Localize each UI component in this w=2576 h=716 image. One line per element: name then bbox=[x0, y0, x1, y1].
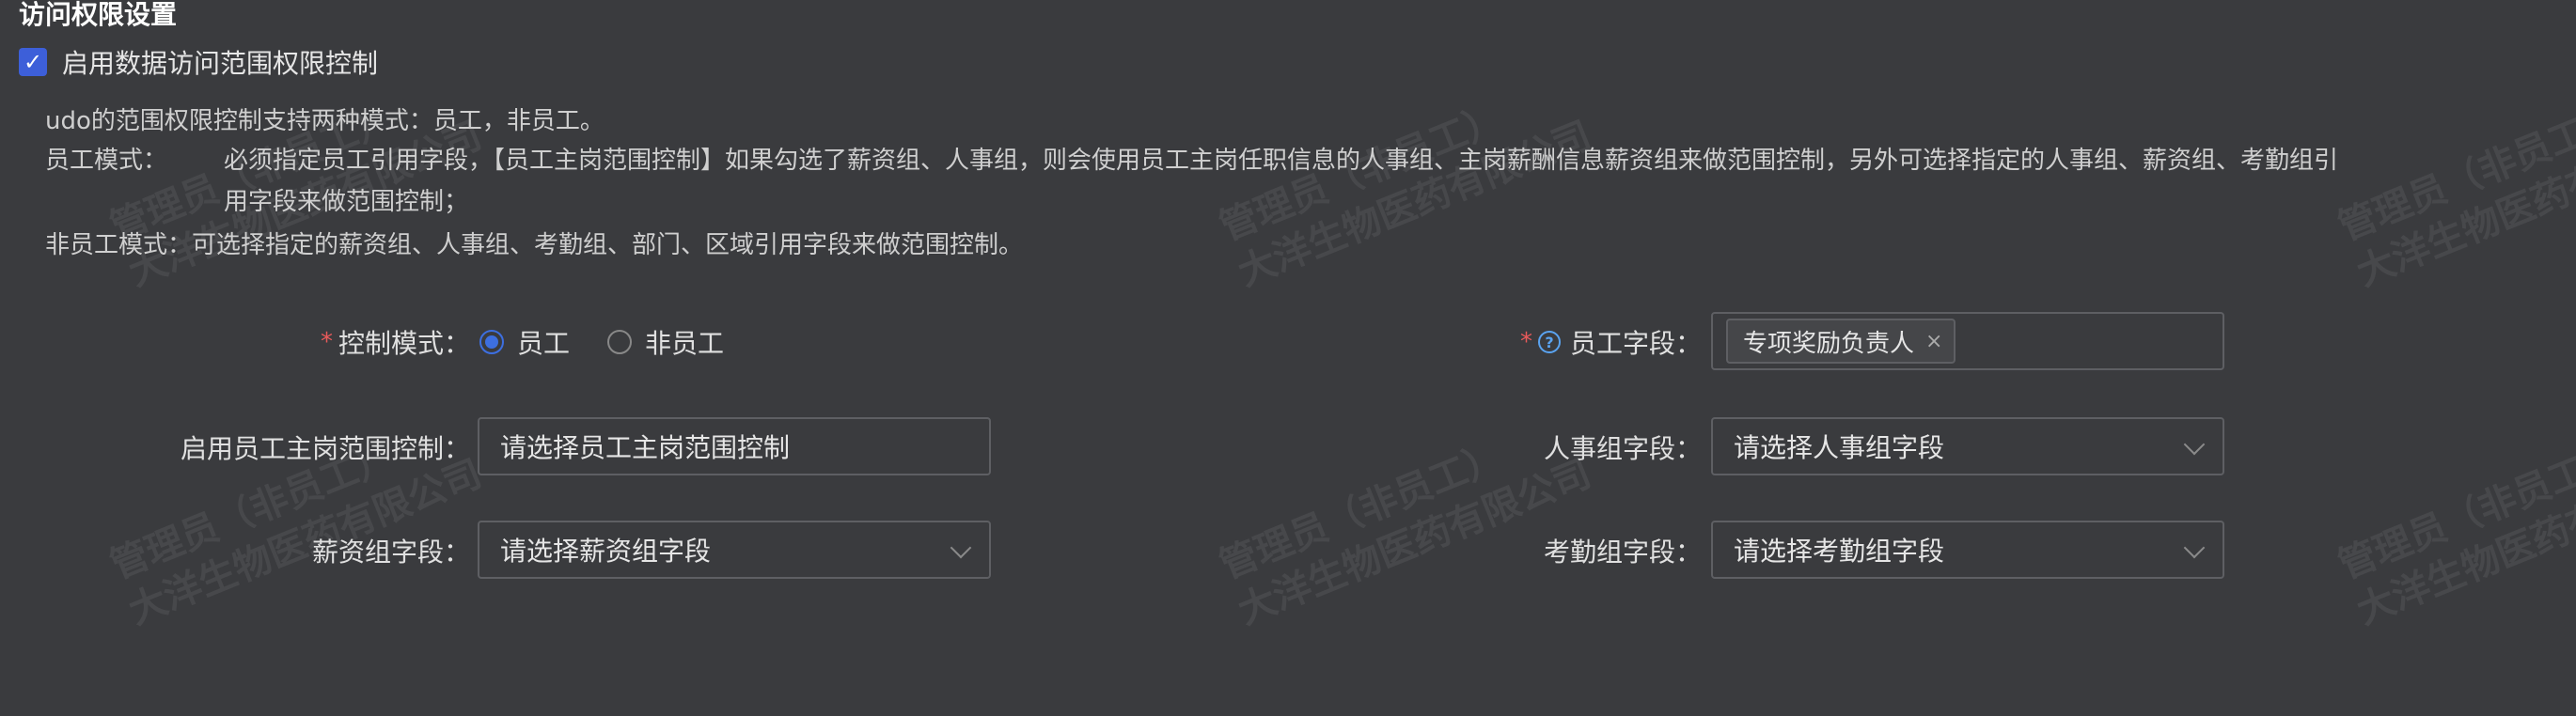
enable-scope-control-label: 启用数据访问范围权限控制 bbox=[62, 48, 379, 79]
attendance-group-field-placeholder: 请选择考勤组字段 bbox=[1734, 536, 1945, 567]
radio-employee-label: 员工 bbox=[517, 328, 571, 359]
nonemployee-mode-label: 非员工模式： bbox=[45, 231, 193, 259]
employee-mode-text-1: 必须指定员工引用字段，【员工主岗范围控制】如果勾选了薪资组、人事组，则会使用员工… bbox=[224, 147, 2339, 175]
selected-tag-label: 专项奖励负责人 bbox=[1743, 329, 1915, 358]
salary-group-field-select[interactable]: 请选择薪资组字段 bbox=[478, 521, 991, 579]
chevron-down-icon bbox=[2183, 433, 2206, 456]
radio-non-employee-label: 非员工 bbox=[645, 328, 725, 359]
enable-scope-control-checkbox[interactable]: ✓ bbox=[19, 48, 47, 76]
watermark: 管理员（非员工） 大洋生物医药有限公司 bbox=[2333, 96, 2576, 295]
description-employee-mode: 员工模式： 必须指定员工引用字段，【员工主岗范围控制】如果勾选了薪资组、人事组，… bbox=[45, 141, 2338, 176]
help-question-icon[interactable]: ? bbox=[1537, 331, 1561, 353]
employee-mode-text-2: 用字段来做范围控制； bbox=[224, 188, 469, 216]
description-line-1: udo的范围权限控制支持两种模式：员工，非员工。 bbox=[45, 107, 605, 135]
watermark: 管理员（非员工） 大洋生物医药有限公司 bbox=[1214, 96, 1597, 295]
radio-checked-icon[interactable] bbox=[479, 330, 504, 354]
control-mode-radio-group[interactable]: 员工 非员工 bbox=[479, 314, 762, 370]
employee-mode-label: 员工模式： bbox=[45, 147, 168, 175]
control-mode-label: * 控制模式： bbox=[321, 314, 470, 370]
required-marker: * bbox=[320, 328, 333, 356]
attendance-group-field-label: 考勤组字段： bbox=[1543, 537, 1702, 568]
selected-tag: 专项奖励负责人 × bbox=[1726, 319, 1956, 364]
hr-group-field-select[interactable]: 请选择人事组字段 bbox=[1711, 417, 2224, 475]
employee-field-label: * ? 员工字段： bbox=[1520, 314, 1702, 370]
watermark: 管理员（非员工） 大洋生物医药有限公司 bbox=[1214, 434, 1597, 633]
tag-close-icon[interactable]: × bbox=[1925, 330, 1942, 353]
description-nonemployee-mode: 非员工模式：可选择指定的薪资组、人事组、考勤组、部门、区域引用字段来做范围控制。 bbox=[45, 226, 1023, 260]
employee-field-label-text: 员工字段： bbox=[1569, 328, 1702, 359]
watermark: 管理员（非员工） 大洋生物医药有限公司 bbox=[2333, 434, 2576, 633]
enable-scope-control-row[interactable]: ✓ 启用数据访问范围权限控制 bbox=[19, 45, 378, 79]
control-mode-label-text: 控制模式： bbox=[338, 328, 470, 359]
radio-non-employee[interactable]: 非员工 bbox=[607, 323, 724, 361]
primary-post-control-label: 启用员工主岗范围控制： bbox=[180, 433, 470, 464]
required-marker: * bbox=[1519, 328, 1532, 356]
primary-post-control-placeholder: 请选择员工主岗范围控制 bbox=[500, 432, 791, 463]
radio-employee[interactable]: 员工 bbox=[479, 323, 570, 361]
radio-unchecked-icon[interactable] bbox=[607, 330, 633, 354]
section-title: 访问权限设置 bbox=[19, 0, 178, 30]
primary-post-control-select[interactable]: 请选择员工主岗范围控制 bbox=[478, 417, 991, 475]
chevron-down-icon bbox=[2183, 537, 2206, 559]
hr-group-field-placeholder: 请选择人事组字段 bbox=[1734, 432, 1945, 463]
hr-group-field-label: 人事组字段： bbox=[1543, 433, 1702, 464]
attendance-group-field-select[interactable]: 请选择考勤组字段 bbox=[1711, 521, 2224, 579]
chevron-down-icon bbox=[950, 537, 972, 559]
checkmark-icon: ✓ bbox=[23, 49, 43, 75]
salary-group-field-placeholder: 请选择薪资组字段 bbox=[500, 536, 712, 567]
salary-group-field-label: 薪资组字段： bbox=[311, 537, 470, 568]
employee-field-select[interactable]: 专项奖励负责人 × bbox=[1711, 312, 2224, 370]
nonemployee-mode-text: 可选择指定的薪资组、人事组、考勤组、部门、区域引用字段来做范围控制。 bbox=[192, 231, 1024, 259]
